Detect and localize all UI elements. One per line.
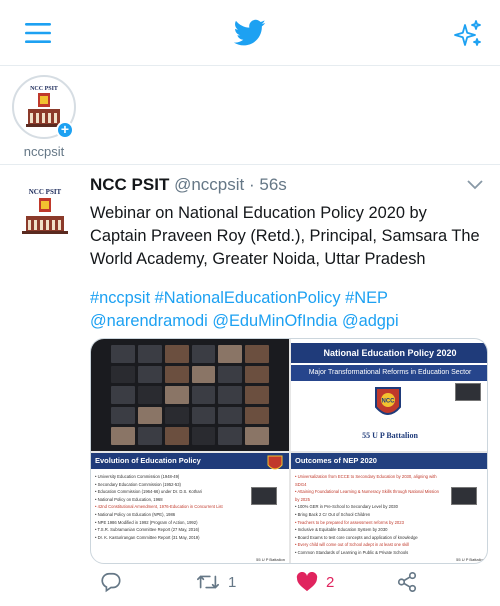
- avatar-text: NCC PSIT: [29, 188, 62, 196]
- slide-bullet: • Secondary Education Commission (1952-5…: [95, 481, 181, 487]
- sparkle-icon[interactable]: [450, 16, 486, 52]
- slide-title: Evolution of Education Policy: [91, 453, 289, 469]
- tweet-avatar[interactable]: NCC PSIT: [12, 178, 78, 244]
- presenter-camera-thumb: [451, 487, 477, 505]
- reply-icon: [101, 572, 121, 593]
- twitter-bird-icon[interactable]: [232, 16, 268, 50]
- slide-bullet-list: • Universalization from ECCE to Secondar…: [295, 473, 443, 557]
- slide-bullet: • NPE 1986 Modified in 1992 (Program of …: [95, 519, 198, 525]
- share-icon: [397, 572, 417, 592]
- presenter-camera-thumb: [455, 383, 481, 401]
- author-name[interactable]: NCC PSIT: [90, 175, 169, 194]
- presenter-camera-thumb: [251, 487, 277, 505]
- fleet-name: nccpsit: [23, 144, 65, 159]
- ncc-emblem-icon: [267, 455, 283, 473]
- retweet-button[interactable]: 1: [196, 562, 236, 602]
- ncc-emblem-icon: NCC: [373, 385, 403, 423]
- slide-bullet: • 100% GER in Pre-School to Secondary Le…: [295, 504, 398, 510]
- tweet-text: Webinar on National Education Policy 202…: [90, 204, 480, 268]
- author-handle[interactable]: @nccpsit: [174, 175, 244, 194]
- like-count: 2: [326, 573, 335, 591]
- media-outcomes-slide[interactable]: Outcomes of NEP 2020 • Universalization …: [291, 453, 487, 563]
- slide-bullet-list: • University Education Commission (1948-…: [95, 473, 245, 541]
- heart-icon: [296, 572, 318, 592]
- slide-bullet: • Universalization from ECCE to Secondar…: [295, 474, 437, 487]
- slide-subtitle: Major Transformational Reforms in Educat…: [291, 365, 487, 381]
- share-button[interactable]: [396, 562, 418, 602]
- add-fleet-plus-icon[interactable]: +: [56, 121, 74, 139]
- media-evolution-slide[interactable]: Evolution of Education Policy • Universi…: [91, 453, 289, 563]
- slide-bullet: • Dr. K. Kasturirangan Committee Report …: [95, 534, 200, 540]
- like-button[interactable]: 2: [296, 562, 334, 602]
- media-video-call-screenshot[interactable]: [91, 339, 289, 451]
- media-title-slide[interactable]: National Education Policy 2020 Major Tra…: [291, 339, 487, 451]
- slide-bullet: • National Policy on Education, 1968: [95, 496, 163, 502]
- tweet[interactable]: NCC PSIT NCC PSIT @nccpsit · 56s Webinar…: [0, 166, 500, 606]
- slide-bullet: • Education Commission (1964-66) under D…: [95, 489, 202, 495]
- slide-bullet: • University Education Commission (1948-…: [95, 474, 180, 479]
- avatar-text: NCC PSIT: [30, 86, 58, 92]
- chevron-down-icon[interactable]: [466, 178, 484, 192]
- slide-bullet: • Every child will come out of School ad…: [295, 542, 410, 548]
- slide-bullet: • Attaining Foundational Learning & Nume…: [295, 489, 439, 502]
- slide-bullet: • T.S.R. Subramanian Committee Report (2…: [95, 527, 200, 533]
- tweet-media-grid[interactable]: National Education Policy 2020 Major Tra…: [90, 338, 488, 564]
- tweet-action-bar: 1 2: [0, 562, 500, 602]
- slide-bullet: • 42nd Constitutional Amendment, 1976-Ed…: [95, 504, 223, 510]
- slide-bullet: • Bring Back 2 Cr Out of School Children: [295, 511, 371, 517]
- slide-footer: 55 U P Battalion: [362, 431, 418, 440]
- tweet-header: NCC PSIT @nccpsit · 56s: [90, 175, 287, 195]
- retweet-icon: [197, 575, 219, 589]
- tweet-time[interactable]: 56s: [259, 175, 286, 194]
- video-participants-grid: [111, 345, 269, 445]
- top-bar: [0, 0, 500, 66]
- retweet-count: 1: [228, 573, 237, 591]
- slide-bullet: • Common Standards of Learning in Public…: [295, 549, 409, 555]
- svg-text:NCC: NCC: [382, 399, 396, 405]
- slide-bullet: • Inclusive & Equitable Education System…: [295, 527, 388, 533]
- tweet-hashtags-mentions[interactable]: #nccpsit #NationalEducationPolicy #NEP @…: [90, 287, 490, 333]
- slide-title: Outcomes of NEP 2020: [291, 453, 487, 469]
- slide-bullet: • Board Exams to test core concepts and …: [295, 534, 418, 540]
- fleet-row: NCC PSIT + nccpsit: [0, 67, 500, 165]
- slide-bullet: • Teachers to be prepared for assessment…: [295, 519, 404, 525]
- reply-button[interactable]: [100, 562, 122, 602]
- slide-title: National Education Policy 2020: [291, 343, 487, 363]
- hamburger-menu-icon[interactable]: [22, 18, 54, 48]
- slide-bullet: • National Policy on Education (NPE), 19…: [95, 511, 176, 517]
- separator-dot: ·: [248, 175, 255, 194]
